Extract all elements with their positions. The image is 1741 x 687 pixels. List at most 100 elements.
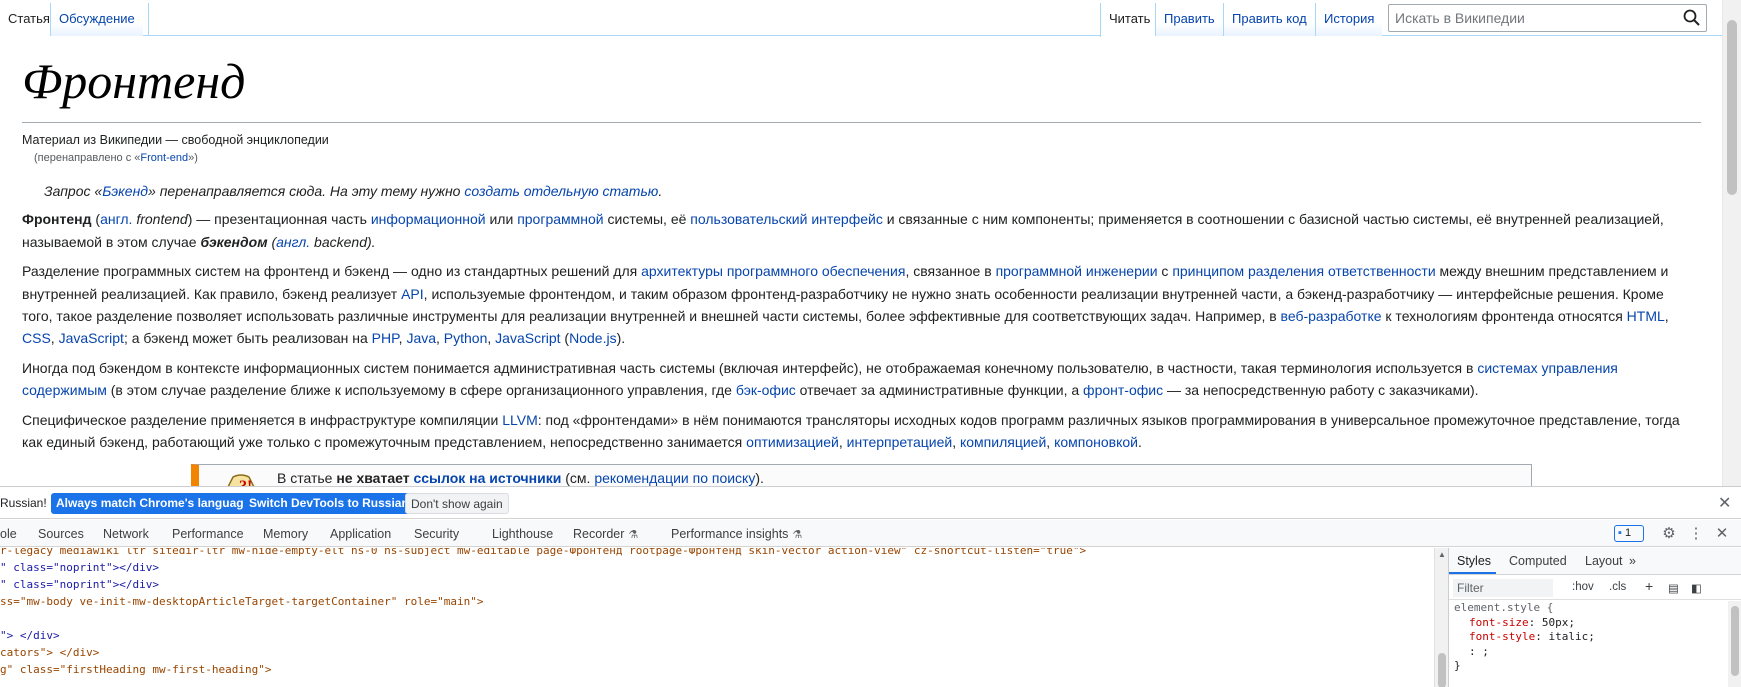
rule-close-brace: } <box>1454 659 1461 672</box>
redirect-note: (перенаправлено с «Front-end») <box>34 152 198 164</box>
link[interactable]: программной инженерии <box>996 263 1158 279</box>
styles-filter-input[interactable] <box>1453 579 1553 597</box>
tab-recorder-label: Recorder <box>573 527 625 541</box>
link[interactable]: программной <box>517 211 603 227</box>
dom-node-text: " class="noprint"></div> <box>0 578 159 591</box>
link[interactable]: PHP <box>372 330 399 346</box>
link[interactable]: веб-разработке <box>1281 308 1382 324</box>
close-icon[interactable]: ✕ <box>1718 493 1731 513</box>
issues-badge[interactable]: ▪ 1 <box>1614 525 1644 542</box>
paint-icon[interactable]: ▤ <box>1668 581 1679 595</box>
dom-node[interactable]: cators"> </div> <box>0 644 99 661</box>
link[interactable]: Java <box>406 330 436 346</box>
search-input[interactable] <box>1389 5 1674 31</box>
link-search-guidelines[interactable]: рекомендации по поиску <box>594 470 755 486</box>
tab-performance-insights[interactable]: Performance insights ⚗ <box>671 527 802 541</box>
warning-text: В статье не хватает ссылок на источники … <box>277 470 764 486</box>
css-declaration[interactable]: font-style: italic; <box>1469 630 1595 645</box>
text: (см. <box>561 470 595 486</box>
sidebar-toggle-icon[interactable]: ◧ <box>1691 581 1702 595</box>
tab-performance-insights-label: Performance insights <box>671 527 789 541</box>
scrollbar-thumb[interactable] <box>1731 606 1739 676</box>
dom-node-text: g" class="firstHeading mw-first-heading"… <box>0 663 272 676</box>
tab-discussion[interactable]: Обсуждение <box>50 3 143 36</box>
redirect-suffix: ») <box>188 152 198 164</box>
scrollbar-thumb[interactable] <box>1438 653 1446 687</box>
styles-scrollbar[interactable] <box>1728 601 1741 687</box>
more-options-icon[interactable]: ⋮ <box>1686 524 1706 544</box>
tab-recorder[interactable]: Recorder ⚗ <box>573 527 638 541</box>
tab-console[interactable]: ole <box>0 527 17 541</box>
link[interactable]: пользовательский интерфейс <box>690 211 883 227</box>
link[interactable]: интерпретацией <box>847 434 953 450</box>
add-rule-icon[interactable]: + <box>1645 578 1653 594</box>
link-sources[interactable]: ссылок на источники <box>413 470 561 486</box>
search-icon[interactable] <box>1682 8 1704 28</box>
tab-layout[interactable]: Layout <box>1585 554 1623 568</box>
dom-node[interactable]: " class="noprint"></div> <box>0 559 159 576</box>
link[interactable]: HTML <box>1627 308 1665 324</box>
class-toggle[interactable]: .cls <box>1609 581 1626 593</box>
css-new-declaration[interactable]: : ; <box>1469 645 1489 660</box>
link-create-article[interactable]: создать отдельную статью <box>464 183 658 199</box>
link[interactable]: JavaScript <box>59 330 124 346</box>
text: с <box>1157 263 1173 280</box>
tab-performance[interactable]: Performance <box>172 527 244 541</box>
link[interactable]: LLVM <box>502 412 538 428</box>
devtools-tabs: ole Sources Network Performance Memory A… <box>0 520 1741 547</box>
elements-scrollbar[interactable]: ▲ <box>1434 548 1448 687</box>
dont-show-again-button[interactable]: Don't show again <box>405 493 509 514</box>
beaker-icon: ⚗ <box>628 529 639 541</box>
more-tabs-icon[interactable]: » <box>1629 554 1636 568</box>
tab-application[interactable]: Application <box>330 527 391 541</box>
tab-sources[interactable]: Sources <box>38 527 84 541</box>
link[interactable]: бэк-офис <box>736 382 796 398</box>
tab-security[interactable]: Security <box>414 527 459 541</box>
tab-styles[interactable]: Styles <box>1457 554 1491 568</box>
link[interactable]: фронт-офис <box>1083 382 1163 398</box>
link[interactable]: принципом разделения ответственности <box>1172 263 1435 279</box>
close-devtools-icon[interactable]: ✕ <box>1712 524 1732 544</box>
dom-node[interactable]: "> </div> <box>0 627 60 644</box>
english-term: backend <box>310 233 367 250</box>
link[interactable]: компиляцией <box>960 434 1046 450</box>
dom-node[interactable]: ss="mw-body ve-init-mw-desktopArticleTar… <box>0 593 483 610</box>
dom-node[interactable]: " class="noprint"></div> <box>0 576 159 593</box>
link[interactable]: компоновкой <box>1054 434 1138 450</box>
switch-to-russian-button[interactable]: Switch DevTools to Russian <box>244 493 414 514</box>
scrollbar-thumb[interactable] <box>1727 20 1737 195</box>
link[interactable]: Node.js <box>569 330 616 346</box>
link[interactable]: информационной <box>371 211 486 227</box>
dom-node[interactable]: r-legacy mediawiki ltr sitedir-ltr mw-hi… <box>0 548 1086 559</box>
tab-edit-source[interactable]: Править код <box>1223 3 1315 36</box>
link[interactable]: архитектуры программного обеспечения <box>641 263 905 279</box>
message-icon: ▪ <box>1618 527 1622 539</box>
link[interactable]: JavaScript <box>495 330 560 346</box>
dom-node[interactable]: g" class="firstHeading mw-first-heading"… <box>0 661 272 678</box>
hover-state-toggle[interactable]: :hov <box>1572 581 1594 593</box>
always-match-language-button[interactable]: Always match Chrome's language <box>51 493 256 514</box>
tab-lighthouse[interactable]: Lighthouse <box>492 527 553 541</box>
tab-read[interactable]: Читать <box>1100 3 1159 37</box>
hatnote: Запрос «Бэкенд» перенаправляется сюда. Н… <box>22 180 1682 202</box>
link[interactable]: Python <box>444 330 488 346</box>
link-backend[interactable]: Бэкенд <box>102 183 148 199</box>
rule-selector: element.style { <box>1454 601 1554 614</box>
tab-memory[interactable]: Memory <box>263 527 308 541</box>
tab-computed[interactable]: Computed <box>1509 554 1567 568</box>
scroll-up-icon[interactable]: ▲ <box>1438 550 1446 559</box>
text: , связанное в <box>905 263 996 280</box>
redirect-link[interactable]: Front-end <box>140 152 188 164</box>
link-english[interactable]: англ. <box>276 234 310 250</box>
settings-gear-icon[interactable]: ⚙ <box>1659 524 1679 544</box>
tab-edit[interactable]: Править <box>1155 3 1223 36</box>
article-content: Запрос «Бэкенд» перенаправляется сюда. Н… <box>22 180 1682 461</box>
link[interactable]: API <box>401 286 424 302</box>
tab-history[interactable]: История <box>1315 3 1383 36</box>
link-english[interactable]: англ. <box>100 211 132 227</box>
css-declaration[interactable]: font-size: 50px; <box>1469 616 1575 631</box>
page-scrollbar[interactable] <box>1722 0 1741 486</box>
tab-network[interactable]: Network <box>103 527 149 541</box>
link[interactable]: CSS <box>22 330 51 346</box>
link[interactable]: оптимизацией <box>746 434 839 450</box>
